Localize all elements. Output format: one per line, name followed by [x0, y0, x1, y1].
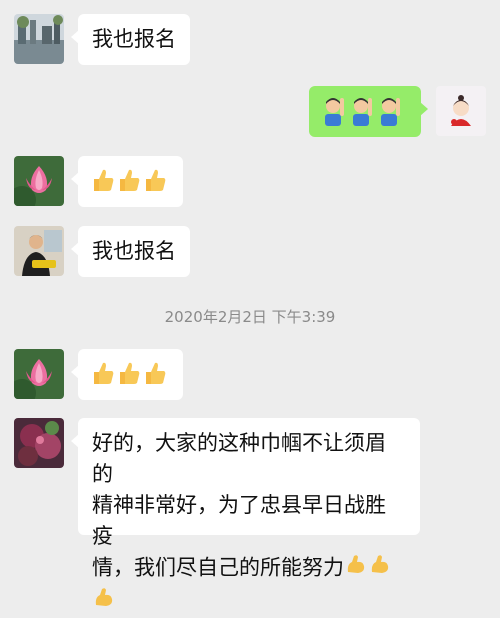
message-bubble[interactable]: 我也报名 — [71, 226, 190, 277]
thumbs-up-icon — [116, 359, 142, 395]
flexed-biceps-icon — [344, 552, 368, 585]
flexed-biceps-icon — [368, 552, 392, 585]
timestamp: 2020年2月2日 下午3:39 — [164, 308, 336, 326]
avatar[interactable] — [14, 14, 64, 64]
thumbs-up-icon — [90, 166, 116, 202]
avatar[interactable] — [14, 349, 64, 399]
message-text: 我也报名 — [92, 239, 176, 263]
message-bubble[interactable] — [309, 86, 428, 137]
flexed-biceps-icon — [92, 585, 116, 618]
avatar[interactable] — [14, 226, 64, 276]
thumbs-up-icon — [90, 359, 116, 395]
message-bubble[interactable]: 好的，大家的这种巾帼不让须眉的 精神非常好，为了忠县早日战胜疫 情，我们尽自己的… — [71, 418, 420, 606]
person-raising-hand-icon — [319, 96, 347, 134]
message-bubble[interactable] — [71, 156, 183, 207]
avatar[interactable] — [14, 156, 64, 206]
message-text-line: 好的，大家的这种巾帼不让须眉的 — [92, 431, 386, 486]
person-raising-hand-icon — [375, 96, 403, 134]
message-text-line-wrap: 情，我们尽自己的所能努力 — [92, 552, 406, 585]
message-bubble[interactable] — [71, 349, 183, 400]
thumbs-up-icon — [142, 166, 168, 202]
thumbs-up-icon — [142, 359, 168, 395]
message-emoji-line — [92, 585, 406, 618]
person-raising-hand-icon — [347, 96, 375, 134]
message-bubble[interactable]: 我也报名 — [71, 14, 190, 65]
message-text: 我也报名 — [92, 27, 176, 51]
thumbs-up-icon — [116, 166, 142, 202]
message-text-line: 情，我们尽自己的所能努力 — [92, 555, 344, 580]
avatar[interactable] — [436, 86, 486, 136]
avatar[interactable] — [14, 418, 64, 468]
message-text-line: 精神非常好，为了忠县早日战胜疫 — [92, 493, 386, 548]
